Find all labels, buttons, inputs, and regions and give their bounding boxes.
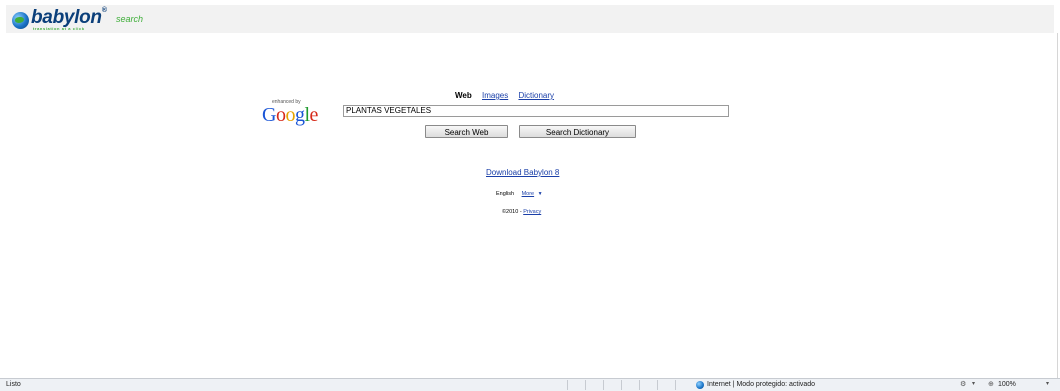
search-input[interactable] [343,105,729,117]
language-row: English More ▼ [496,191,543,197]
zoom-level[interactable]: 100% [998,381,1016,388]
download-babylon-link[interactable]: Download Babylon 8 [486,168,559,177]
security-zone-label: Internet | Modo protegido: activado [707,381,816,388]
tab-dictionary[interactable]: Dictionary [518,91,554,100]
copyright-text: ©2010 - [502,209,524,215]
browser-status-bar: Listo Internet | Modo protegido: activad… [0,378,1060,391]
google-letter: o [285,104,295,126]
search-dictionary-button[interactable]: Search Dictionary [519,125,636,138]
search-area: Web Images Dictionary enhanced by Google… [0,0,1060,378]
google-letter: G [262,104,276,126]
more-languages-link[interactable]: More [522,191,535,197]
browser-content: babylon® search translation at a click W… [0,0,1060,378]
status-panel [603,380,620,390]
status-panel [621,380,638,390]
tab-web[interactable]: Web [455,91,472,100]
google-wordmark: Google [262,104,318,127]
status-panel [639,380,656,390]
chevron-down-icon[interactable]: ▾ [1046,380,1049,387]
status-panel [657,380,674,390]
status-text: Listo [6,381,21,388]
privacy-link[interactable]: Privacy [523,209,541,215]
tools-icon[interactable]: ⚙ [960,380,966,388]
zoom-icon[interactable]: ⊕ [988,380,994,388]
google-logo: enhanced by Google [262,99,336,129]
current-language: English [496,191,515,197]
caret-down-icon[interactable]: ▼ [538,191,543,197]
tab-images[interactable]: Images [482,91,508,100]
status-panel [585,380,602,390]
status-panel [567,380,584,390]
footer: ©2010 - Privacy [502,209,541,215]
internet-globe-icon [696,381,704,389]
status-panel [675,380,692,390]
search-tabs: Web Images Dictionary [455,91,562,100]
google-letter: e [309,104,319,126]
search-web-button[interactable]: Search Web [425,125,508,138]
chevron-down-icon[interactable]: ▾ [972,380,975,387]
